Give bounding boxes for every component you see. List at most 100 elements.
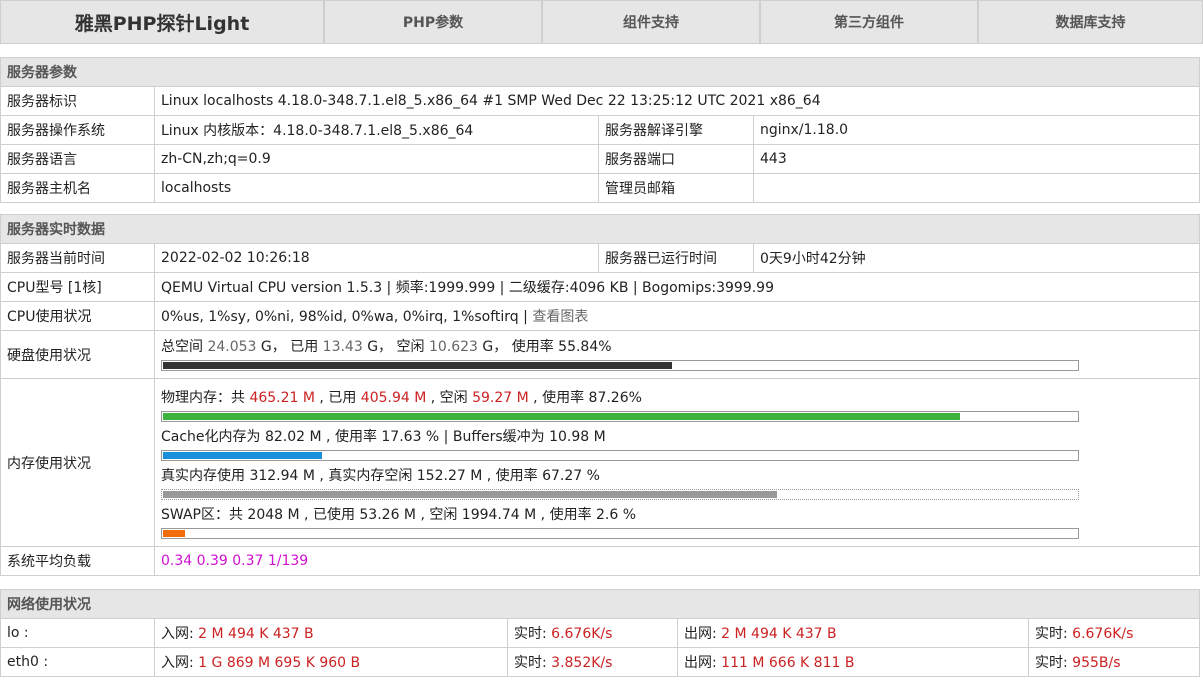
disk-text-part: G， 空闲 [362,339,429,355]
mem-text-part: , 使用率 [528,389,589,406]
disk-used: 13.43 [322,339,363,355]
disk-usage-label: 硬盘使用状况 [0,330,155,379]
net-out-rt-cell: 实时: 6.676K/s [1027,618,1201,648]
top-nav: 雅黑PHP探针Light PHP参数 组件支持 第三方组件 数据库支持 [0,0,1203,44]
real-memory-block: 真实内存使用 312.94 M , 真实内存空闲 152.27 M , 使用率 … [161,463,1193,502]
net-in-rt-cell: 实时: 6.676K/s [507,618,678,648]
mem-text-part: , 已用 [314,389,361,406]
net-rt-label: 实时: [1035,655,1073,671]
uptime-label: 服务器已运行时间 [598,243,754,273]
physical-memory-block: 物理内存：共 465.21 M , 已用 405.94 M , 空闲 59.27… [161,385,1193,424]
disk-rate: 55.84% [558,339,612,355]
realtime-table: 服务器实时数据 服务器当前时间 2022-02-02 10:26:18 服务器已… [0,214,1200,576]
network-row-lo: lo : 入网: 2 M 494 K 437 B 实时: 6.676K/s 出网… [0,618,1201,648]
cpu-usage-label: CPU使用状况 [0,301,155,331]
load-average-value: 0.34 0.39 0.37 1/139 [154,546,1200,576]
net-out-value: 111 M 666 K 811 B [721,655,855,671]
realtime-heading: 服务器实时数据 [0,214,1200,244]
cpu-model-label: CPU型号 [1核] [0,272,155,302]
server-params-heading: 服务器参数 [0,57,1200,87]
net-in-value: 1 G 869 M 695 K 960 B [198,655,361,671]
real-memory-bar [161,488,1079,500]
net-in-value: 2 M 494 K 437 B [198,626,314,642]
disk-usage-cell: 总空间 24.053 G， 已用 13.43 G， 空闲 10.623 G， 使… [154,330,1200,379]
iface-name: eth0 : [0,647,155,677]
disk-text-part: 总空间 [161,339,208,355]
swap-memory-text: SWAP区：共 2048 M , 已使用 53.26 M , 空闲 1994.7… [161,506,637,523]
net-in-cell: 入网: 2 M 494 K 437 B [154,618,508,648]
server-lang-value: zh-CN,zh;q=0.9 [154,144,599,174]
memory-usage-label: 内存使用状况 [0,378,155,547]
physical-total: 465.21 M [249,389,315,406]
net-out-cell: 出网: 111 M 666 K 811 B [677,647,1029,677]
disk-text-part: G， 使用率 [477,339,559,355]
disk-text-part: G， 已用 [256,339,323,355]
physical-free: 59.27 M [472,389,529,406]
disk-total: 24.053 [207,339,257,355]
net-in-rt-value: 3.852K/s [551,655,613,671]
network-heading: 网络使用状况 [0,589,1201,619]
net-out-value: 2 M 494 K 437 B [721,626,837,642]
load-average-label: 系统平均负载 [0,546,155,576]
swap-memory-fill [163,529,185,537]
tab-third-party[interactable]: 第三方组件 [760,0,978,44]
cache-memory-block: Cache化内存为 82.02 M , 使用率 17.63 % | Buffer… [161,424,1193,463]
net-rt-label: 实时: [514,655,552,671]
mem-text-part: , 空闲 [426,389,473,406]
net-rt-label: 实时: [514,626,552,642]
current-time-label: 服务器当前时间 [0,243,155,273]
cpu-usage-value: 0%us, 1%sy, 0%ni, 98%id, 0%wa, 0%irq, 1%… [161,309,519,325]
uptime-value: 0天9小时42分钟 [753,243,1200,273]
real-memory-fill [163,490,778,498]
cache-memory-fill [163,451,323,459]
net-rt-label: 实时: [1035,626,1073,642]
net-out-rt-cell: 实时: 955B/s [1027,647,1201,677]
net-in-rt-value: 6.676K/s [551,626,613,642]
server-host-value: localhosts [154,173,599,203]
network-row-eth0: eth0 : 入网: 1 G 869 M 695 K 960 B 实时: 3.8… [0,647,1201,677]
server-port-value: 443 [753,144,1200,174]
network-table: 网络使用状况 lo : 入网: 2 M 494 K 437 B 实时: 6.67… [0,589,1201,677]
physical-memory-bar [161,410,1079,422]
view-chart-link[interactable]: 查看图表 [532,309,588,325]
cpu-usage-separator: | [518,309,533,325]
server-engine-value: nginx/1.18.0 [753,115,1200,145]
mem-text-part: 物理内存：共 [161,389,250,406]
disk-usage-bar [161,360,1079,371]
memory-usage-cell: 物理内存：共 465.21 M , 已用 405.94 M , 空闲 59.27… [154,378,1200,547]
server-params-table: 服务器参数 服务器标识 Linux localhosts 4.18.0-348.… [0,57,1200,203]
server-os-label: 服务器操作系统 [0,115,155,145]
tab-components[interactable]: 组件支持 [542,0,760,44]
disk-usage-text: 总空间 24.053 G， 已用 13.43 G， 空闲 10.623 G， 使… [161,338,1193,357]
cpu-usage-cell: 0%us, 1%sy, 0%ni, 98%id, 0%wa, 0%irq, 1%… [154,301,1200,331]
cpu-model-value: QEMU Virtual CPU version 1.5.3 | 频率:1999… [154,272,1200,302]
swap-memory-block: SWAP区：共 2048 M , 已使用 53.26 M , 空闲 1994.7… [161,502,1193,541]
cache-memory-bar [161,449,1079,461]
current-time-value: 2022-02-02 10:26:18 [154,243,599,273]
net-out-rt-value: 6.676K/s [1072,626,1134,642]
physical-used: 405.94 M [360,389,427,406]
net-out-rt-value: 955B/s [1072,655,1121,671]
net-in-cell: 入网: 1 G 869 M 695 K 960 B [154,647,508,677]
tab-database[interactable]: 数据库支持 [978,0,1203,44]
server-port-label: 服务器端口 [598,144,754,174]
real-memory-text: 真实内存使用 312.94 M , 真实内存空闲 152.27 M , 使用率 … [161,467,600,484]
net-out-cell: 出网: 2 M 494 K 437 B [677,618,1029,648]
server-host-label: 服务器主机名 [0,173,155,203]
iface-name: lo : [0,618,155,648]
physical-rate: 87.26% [588,389,642,406]
net-out-label: 出网: [684,626,722,642]
admin-email-label: 管理员邮箱 [598,173,754,203]
disk-free: 10.623 [428,339,478,355]
brand-title[interactable]: 雅黑PHP探针Light [0,0,324,44]
net-in-rt-cell: 实时: 3.852K/s [507,647,678,677]
server-lang-label: 服务器语言 [0,144,155,174]
tab-php-params[interactable]: PHP参数 [324,0,542,44]
server-os-value: Linux 内核版本：4.18.0-348.7.1.el8_5.x86_64 [154,115,599,145]
cache-memory-text: Cache化内存为 82.02 M , 使用率 17.63 % | Buffer… [161,428,606,445]
server-engine-label: 服务器解译引擎 [598,115,754,145]
physical-memory-fill [163,412,961,420]
swap-memory-bar [161,527,1079,539]
net-out-label: 出网: [684,655,722,671]
server-id-value: Linux localhosts 4.18.0-348.7.1.el8_5.x8… [154,86,1200,116]
